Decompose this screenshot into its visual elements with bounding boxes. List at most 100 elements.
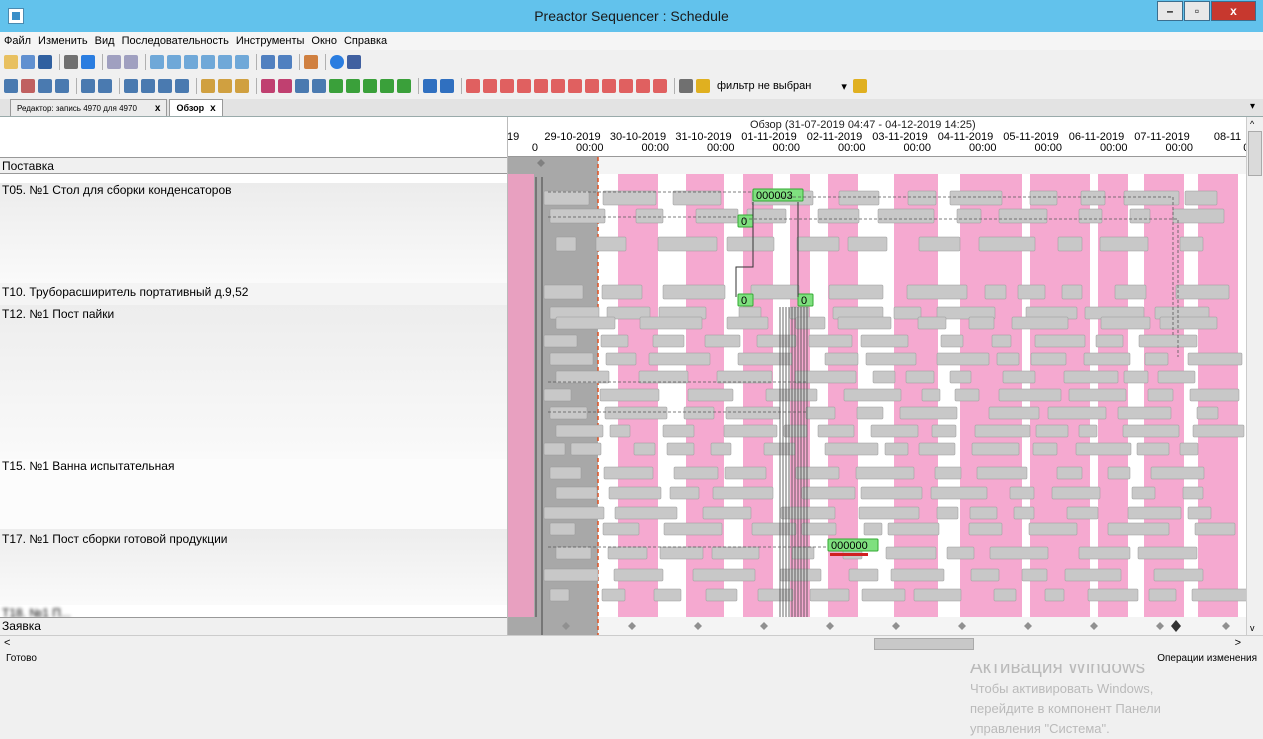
tools-icon[interactable] bbox=[304, 55, 318, 69]
rule-a-icon[interactable] bbox=[466, 79, 480, 93]
user-icon[interactable] bbox=[38, 79, 52, 93]
save-icon[interactable] bbox=[38, 55, 52, 69]
tab-editor-close-icon[interactable]: x bbox=[155, 103, 161, 114]
report-icon[interactable] bbox=[346, 79, 360, 93]
import-icon[interactable] bbox=[380, 79, 394, 93]
resource-icon[interactable] bbox=[55, 79, 69, 93]
resource-row[interactable]: T15. №1 Ванна испытательная bbox=[0, 459, 507, 529]
filter-icon[interactable] bbox=[679, 79, 693, 93]
tab-list-icon[interactable]: ▾ bbox=[1250, 101, 1255, 112]
timeline-icon[interactable] bbox=[175, 79, 189, 93]
rule-d-icon[interactable] bbox=[517, 79, 531, 93]
maximize-button[interactable]: ▫ bbox=[1184, 1, 1210, 21]
pin-icon[interactable] bbox=[852, 79, 867, 93]
rule-c-icon[interactable] bbox=[500, 79, 514, 93]
activation-line: Чтобы активировать Windows, bbox=[970, 681, 1154, 696]
rule-f-icon[interactable] bbox=[551, 79, 565, 93]
table-icon[interactable] bbox=[167, 55, 181, 69]
zoom-in-icon[interactable] bbox=[81, 79, 95, 93]
menu-tools[interactable]: Инструменты bbox=[236, 35, 305, 47]
date-tick: 20190 bbox=[508, 132, 538, 154]
rule-k-icon[interactable] bbox=[636, 79, 650, 93]
scroll-right-icon[interactable]: > bbox=[1235, 637, 1241, 649]
redo-icon[interactable] bbox=[124, 55, 138, 69]
sequence-icon[interactable] bbox=[124, 79, 138, 93]
plot-icon[interactable] bbox=[278, 55, 292, 69]
list-icon[interactable] bbox=[201, 55, 215, 69]
forward-icon[interactable] bbox=[423, 79, 437, 93]
window-icon[interactable] bbox=[235, 55, 249, 69]
resource-row[interactable]: T10. Труборасширитель портативный д.9,52 bbox=[0, 283, 507, 305]
zoom-out-icon[interactable] bbox=[98, 79, 112, 93]
menu-help[interactable]: Справка bbox=[344, 35, 387, 47]
highlight-icon[interactable] bbox=[261, 79, 275, 93]
rule-j-icon[interactable] bbox=[619, 79, 633, 93]
mark-icon[interactable] bbox=[278, 79, 292, 93]
rule-g-icon[interactable] bbox=[568, 79, 582, 93]
operation-bar bbox=[1078, 208, 1103, 224]
rule-i-icon[interactable] bbox=[602, 79, 616, 93]
rule-l-icon[interactable] bbox=[653, 79, 667, 93]
gantt-chart[interactable]: Обзор (31-07-2019 04:47 - 04-12-2019 14:… bbox=[508, 117, 1246, 635]
minimize-button[interactable]: – bbox=[1157, 1, 1183, 21]
options-icon[interactable] bbox=[347, 55, 361, 69]
menu-edit[interactable]: Изменить bbox=[38, 35, 88, 47]
check-icon[interactable] bbox=[81, 55, 95, 69]
filter-edit-icon[interactable] bbox=[696, 79, 710, 93]
menu-sequence[interactable]: Последовательность bbox=[122, 35, 229, 47]
operation-bar bbox=[549, 208, 606, 224]
rule-e-icon[interactable] bbox=[534, 79, 548, 93]
accept-icon[interactable] bbox=[329, 79, 343, 93]
infinity-icon[interactable] bbox=[312, 79, 326, 93]
chart-icon[interactable] bbox=[184, 55, 198, 69]
resource-row[interactable]: T18. №1 П... bbox=[0, 605, 507, 617]
resource-row[interactable]: T12. №1 Пост пайки bbox=[0, 305, 507, 459]
move-icon[interactable] bbox=[201, 79, 215, 93]
rule-b-icon[interactable] bbox=[483, 79, 497, 93]
tab-editor[interactable]: Редактор: запись 4970 для 4970 x bbox=[10, 99, 168, 116]
resource-row[interactable]: T17. №1 Пост сборки готовой продукции bbox=[0, 529, 507, 605]
gantt-body[interactable]: 00000300 0000000 bbox=[508, 157, 1246, 635]
operation-bar bbox=[1063, 370, 1119, 384]
calendar-icon[interactable] bbox=[21, 79, 35, 93]
scroll-thumb[interactable] bbox=[1248, 131, 1262, 176]
vertical-scrollbar[interactable]: ^ v bbox=[1246, 117, 1263, 635]
scroll-thumb[interactable] bbox=[874, 638, 974, 650]
link-icon[interactable] bbox=[295, 79, 309, 93]
open-icon[interactable] bbox=[4, 55, 18, 69]
menu-file[interactable]: Файл bbox=[4, 35, 31, 47]
rule-h-icon[interactable] bbox=[585, 79, 599, 93]
gantt-icon[interactable] bbox=[261, 55, 275, 69]
resource-row[interactable]: T05. №1 Стол для сборки конденсаторов bbox=[0, 183, 507, 283]
database-icon[interactable] bbox=[21, 55, 35, 69]
print-icon[interactable] bbox=[64, 55, 78, 69]
grid-icon[interactable] bbox=[150, 55, 164, 69]
scroll-left-icon[interactable]: < bbox=[4, 637, 10, 649]
schedule-icon[interactable] bbox=[4, 79, 18, 93]
rule-icon[interactable] bbox=[235, 79, 249, 93]
scroll-up-icon[interactable]: ^ bbox=[1250, 119, 1254, 129]
operation-bar bbox=[570, 442, 602, 456]
tab-overview[interactable]: Обзор x bbox=[169, 99, 223, 116]
undo-icon[interactable] bbox=[107, 55, 121, 69]
view-icon[interactable] bbox=[218, 55, 232, 69]
bars-icon[interactable] bbox=[158, 79, 172, 93]
tab-overview-close-icon[interactable]: x bbox=[210, 103, 216, 114]
app-icon[interactable] bbox=[8, 8, 24, 24]
backward-icon[interactable] bbox=[440, 79, 454, 93]
operation-bar bbox=[765, 388, 818, 402]
operation-bar bbox=[662, 424, 695, 438]
export-icon[interactable] bbox=[363, 79, 377, 93]
close-button[interactable]: x bbox=[1211, 1, 1256, 21]
shift-icon[interactable] bbox=[218, 79, 232, 93]
operation-bar bbox=[1153, 568, 1204, 582]
graph-icon[interactable] bbox=[397, 79, 411, 93]
filter-dropdown[interactable]: фильтр не выбран bbox=[717, 80, 811, 92]
help-icon[interactable] bbox=[330, 55, 344, 69]
chevron-down-icon[interactable]: ▾ bbox=[841, 80, 847, 93]
menu-view[interactable]: Вид bbox=[95, 35, 115, 47]
horizontal-scrollbar[interactable]: < > bbox=[0, 635, 1263, 652]
menu-window[interactable]: Окно bbox=[311, 35, 337, 47]
arrow-icon[interactable] bbox=[141, 79, 155, 93]
scroll-down-icon[interactable]: v bbox=[1250, 623, 1255, 633]
